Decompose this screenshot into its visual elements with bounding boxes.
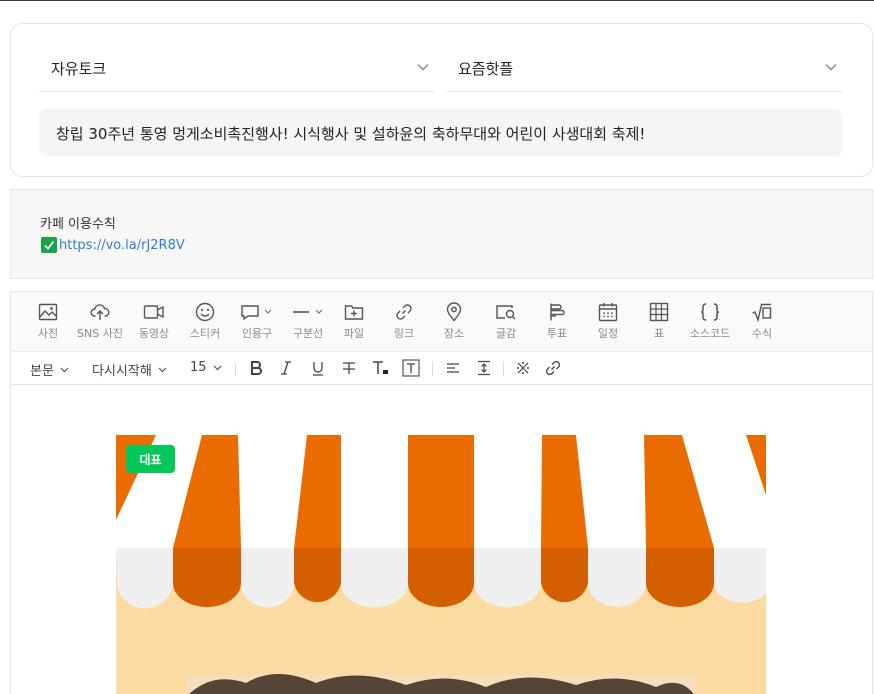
text-background-icon (402, 359, 420, 377)
video-icon (143, 305, 164, 319)
toolbar-separator (503, 362, 504, 376)
tool-formula[interactable]: 수식 (736, 302, 788, 341)
font-value: 다시시작해 (92, 364, 152, 379)
tool-source-code[interactable]: 소스코드 (684, 302, 736, 341)
tool-label: 일정 (597, 327, 619, 340)
chevron-down-icon (60, 367, 69, 373)
sticker-icon (195, 302, 215, 322)
material-search-icon (496, 305, 516, 320)
line-spacing-button[interactable] (474, 359, 494, 377)
tool-label: 동영상 (138, 327, 170, 340)
representative-badge[interactable]: 대표 (126, 445, 175, 473)
bold-icon (251, 361, 262, 375)
toolbar-separator (235, 362, 236, 376)
tool-quote[interactable]: 인용구 (231, 302, 283, 341)
underline-button[interactable] (308, 359, 328, 377)
vote-icon (550, 303, 565, 321)
align-button[interactable] (443, 359, 463, 377)
tool-divider[interactable]: 구분선 (282, 302, 334, 341)
font-color-button[interactable] (371, 359, 391, 377)
file-icon (344, 305, 364, 320)
special-character-button[interactable] (513, 359, 533, 377)
italic-button[interactable] (276, 359, 296, 377)
cloud-upload-icon (90, 304, 110, 320)
tool-location[interactable]: 장소 (428, 302, 480, 341)
tool-label: SNS 사진 (77, 327, 123, 340)
chevron-down-icon (213, 365, 221, 371)
calendar-icon (598, 303, 618, 322)
cafe-rules-link-row: https://vo.la/rJ2R8V (41, 237, 185, 253)
tool-material[interactable]: 글감 (480, 302, 532, 341)
link-icon (545, 360, 561, 376)
font-select[interactable]: 다시시작해 (92, 360, 167, 379)
chevron-down-icon (417, 64, 429, 71)
tool-vote[interactable]: 투표 (531, 302, 583, 341)
font-size-select[interactable]: 15 (190, 360, 222, 375)
italic-icon (281, 361, 291, 375)
align-left-icon (447, 363, 459, 373)
paragraph-style-value: 본문 (30, 364, 54, 379)
tool-label: 글감 (495, 327, 517, 340)
tool-label: 구분선 (292, 327, 324, 340)
cafe-rules-label: 카페 이용수칙 (40, 217, 116, 232)
formula-icon (752, 303, 772, 322)
tool-label: 파일 (343, 327, 365, 340)
cafe-rules-box: 카페 이용수칙 https://vo.la/rJ2R8V (10, 189, 873, 279)
tool-video[interactable]: 동영상 (128, 302, 180, 341)
tool-label: 사진 (37, 327, 59, 340)
title-input-value: 창립 30주년 통영 멍게소비촉진행사! 시식행사 및 설하윤의 축하무대와 어… (56, 125, 646, 143)
tool-photo[interactable]: 사진 (22, 302, 74, 341)
font-color-icon (373, 361, 388, 374)
underline-icon (313, 362, 323, 376)
cafe-rules-link[interactable]: https://vo.la/rJ2R8V (59, 238, 185, 253)
editor: 사진 SNS 사진 동영상 스티커 인용구 구분선 파일 링크 장소 글감 투표… (10, 291, 873, 694)
tool-schedule[interactable]: 일정 (582, 302, 634, 341)
line-spacing-icon (478, 360, 490, 376)
tool-label: 인용구 (241, 327, 273, 340)
tool-label: 투표 (546, 327, 568, 340)
head-select-value: 요즘핫플 (458, 60, 514, 78)
bold-button[interactable] (246, 359, 266, 377)
board-select-value: 자유토크 (51, 60, 107, 78)
chevron-down-icon (158, 367, 167, 373)
text-link-button[interactable] (543, 359, 563, 377)
board-select[interactable]: 자유토크 (39, 44, 435, 92)
toolbar-separator (432, 362, 433, 376)
quote-icon (241, 305, 272, 321)
tool-sns-photo[interactable]: SNS 사진 (74, 302, 126, 341)
tool-link[interactable]: 링크 (378, 302, 430, 341)
tool-file[interactable]: 파일 (328, 302, 380, 341)
paragraph-style-select[interactable]: 본문 (30, 360, 69, 379)
tool-label: 스티커 (189, 327, 221, 340)
tool-table[interactable]: 표 (633, 302, 685, 341)
tool-label: 장소 (443, 327, 465, 340)
tool-label: 수식 (751, 327, 773, 340)
check-mark-icon (41, 237, 57, 253)
tool-sticker[interactable]: 스티커 (179, 302, 231, 341)
festival-banner-image (116, 435, 766, 694)
tool-label: 소스코드 (689, 327, 731, 340)
tool-label: 표 (653, 327, 665, 340)
link-icon (396, 304, 412, 320)
divider-icon (293, 309, 323, 314)
photo-icon (38, 303, 58, 321)
top-divider (0, 0, 874, 1)
code-icon (700, 303, 720, 321)
chevron-down-icon (825, 64, 837, 71)
reference-mark-icon (517, 362, 529, 374)
featured-image[interactable]: 대표 (116, 435, 766, 694)
format-toolbar: 본문 다시시작해 15 (11, 352, 872, 385)
font-size-value: 15 (190, 360, 207, 375)
location-icon (446, 302, 462, 322)
insert-toolbar: 사진 SNS 사진 동영상 스티커 인용구 구분선 파일 링크 장소 글감 투표… (11, 292, 872, 352)
head-select[interactable]: 요즘핫플 (446, 44, 843, 92)
title-input[interactable]: 창립 30주년 통영 멍게소비촉진행사! 시식행사 및 설하윤의 축하무대와 어… (39, 109, 843, 156)
text-background-button[interactable] (401, 359, 421, 377)
tool-label: 링크 (393, 327, 415, 340)
table-icon (649, 302, 669, 322)
strikethrough-icon (343, 362, 355, 374)
strikethrough-button[interactable] (339, 359, 359, 377)
